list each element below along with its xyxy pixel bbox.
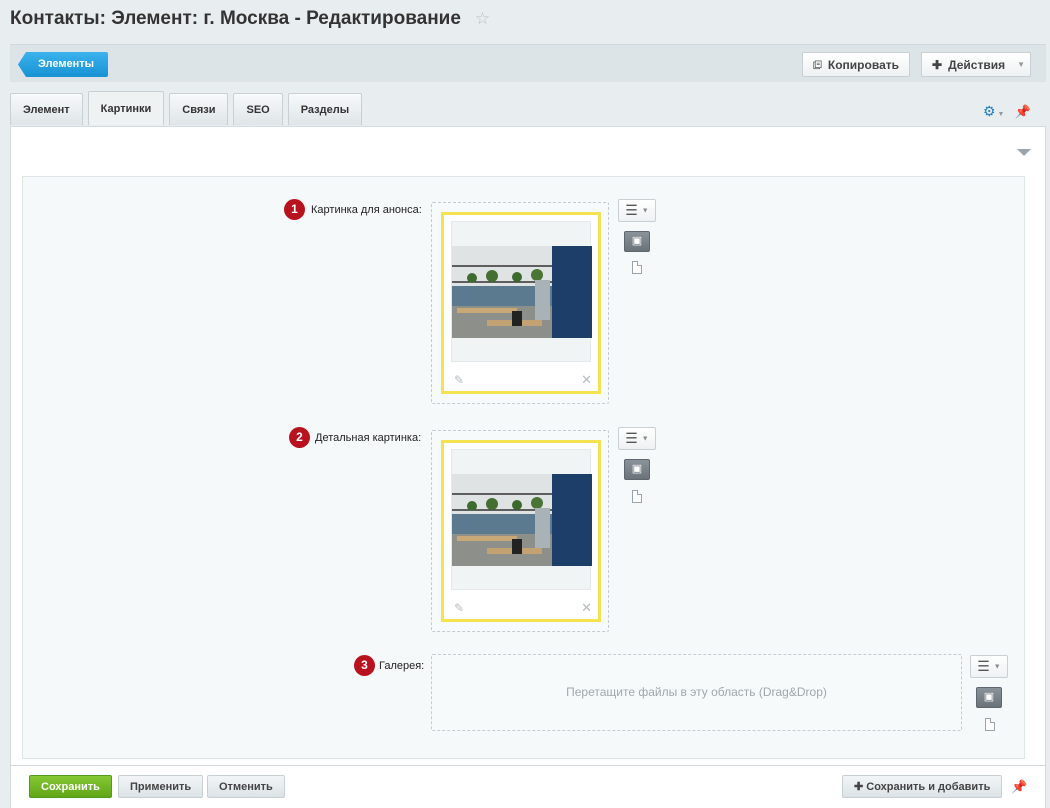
pin-icon[interactable]: 📌 [1014, 104, 1030, 120]
tab-sections[interactable]: Разделы [287, 93, 363, 125]
menu-icon[interactable]: ☰ ▼ [618, 199, 656, 222]
image-icon[interactable]: ▣ [624, 231, 650, 252]
detail-picture-card[interactable]: ✎ ✕ [441, 440, 601, 622]
copy-button[interactable]: Копировать [802, 52, 910, 77]
save-and-add-button[interactable]: ✚ Сохранить и добавить [842, 775, 1003, 798]
gear-icon[interactable]: ⚙ ▼ [983, 103, 1004, 120]
gallery-label: Галерея: [379, 660, 425, 672]
page-title: Контакты: Элемент: г. Москва - Редактиро… [10, 8, 461, 29]
office-photo [452, 474, 592, 566]
copy-label: Копировать [827, 57, 899, 72]
actions-button[interactable]: ✚ Действия ▼ [921, 52, 1031, 77]
tab-pictures[interactable]: Картинки [87, 91, 165, 125]
copy-icon [813, 60, 822, 69]
actions-label: Действия [948, 57, 1006, 72]
save-button[interactable]: Сохранить [29, 775, 112, 798]
tab-element[interactable]: Элемент [10, 93, 83, 125]
tab-tools: ⚙ ▼ 📌 [983, 103, 1031, 120]
close-icon[interactable]: ✕ [581, 372, 592, 388]
collapse-arrow-icon[interactable] [1017, 149, 1031, 156]
fields-area: 1 Картинка для анонса: ✎ ✕ ☰ ▼ ▣ 2 Детал… [22, 176, 1025, 759]
image-icon[interactable]: ▣ [976, 687, 1002, 708]
close-icon[interactable]: ✕ [581, 600, 592, 616]
preview-picture-card[interactable]: ✎ ✕ [441, 212, 601, 394]
toolbar: Элементы Копировать ✚ Действия ▼ [10, 44, 1046, 82]
tab-bar: Элемент Картинки Связи SEO Разделы [10, 91, 363, 125]
page-title-row: Контакты: Элемент: г. Москва - Редактиро… [10, 8, 490, 30]
office-photo [452, 246, 592, 338]
preview-picture-label: Картинка для анонса: [311, 204, 422, 216]
badge-3: 3 [354, 655, 375, 676]
menu-icon[interactable]: ☰ ▼ [618, 427, 656, 450]
file-icon[interactable] [632, 261, 642, 274]
plus-icon: ✚ [932, 57, 943, 72]
detail-picture-label: Детальная картинка: [315, 432, 422, 444]
footer-bar: Сохранить Применить Отменить ✚ Сохранить… [10, 766, 1046, 808]
gallery-drop-text: Перетащите файлы в эту область (Drag&Dro… [566, 685, 827, 699]
file-icon[interactable] [985, 718, 995, 731]
preview-picture-frame [451, 221, 592, 362]
cancel-button[interactable]: Отменить [207, 775, 285, 798]
menu-icon[interactable]: ☰ ▼ [970, 655, 1008, 678]
badge-1: 1 [284, 199, 305, 220]
pin-icon[interactable]: 📌 [1011, 779, 1027, 795]
star-icon[interactable]: ☆ [475, 9, 490, 29]
apply-button[interactable]: Применить [118, 775, 204, 798]
chevron-down-icon: ▼ [1017, 60, 1026, 69]
form-panel: 1 Картинка для анонса: ✎ ✕ ☰ ▼ ▣ 2 Детал… [10, 126, 1046, 766]
back-to-elements-button[interactable]: Элементы [18, 52, 109, 77]
tab-seo[interactable]: SEO [233, 93, 283, 125]
pencil-icon[interactable]: ✎ [454, 601, 464, 615]
save-and-add-label: Сохранить и добавить [866, 781, 991, 793]
badge-2: 2 [289, 427, 310, 448]
detail-picture-frame [451, 449, 592, 590]
tab-links[interactable]: Связи [169, 93, 229, 125]
detail-picture-dropzone[interactable]: ✎ ✕ [431, 430, 609, 632]
plus-icon: ✚ [854, 781, 864, 793]
preview-picture-dropzone[interactable]: ✎ ✕ [431, 202, 609, 404]
pencil-icon[interactable]: ✎ [454, 373, 464, 387]
gallery-dropzone[interactable]: Перетащите файлы в эту область (Drag&Dro… [431, 654, 962, 731]
image-icon[interactable]: ▣ [624, 459, 650, 480]
file-icon[interactable] [632, 490, 642, 503]
